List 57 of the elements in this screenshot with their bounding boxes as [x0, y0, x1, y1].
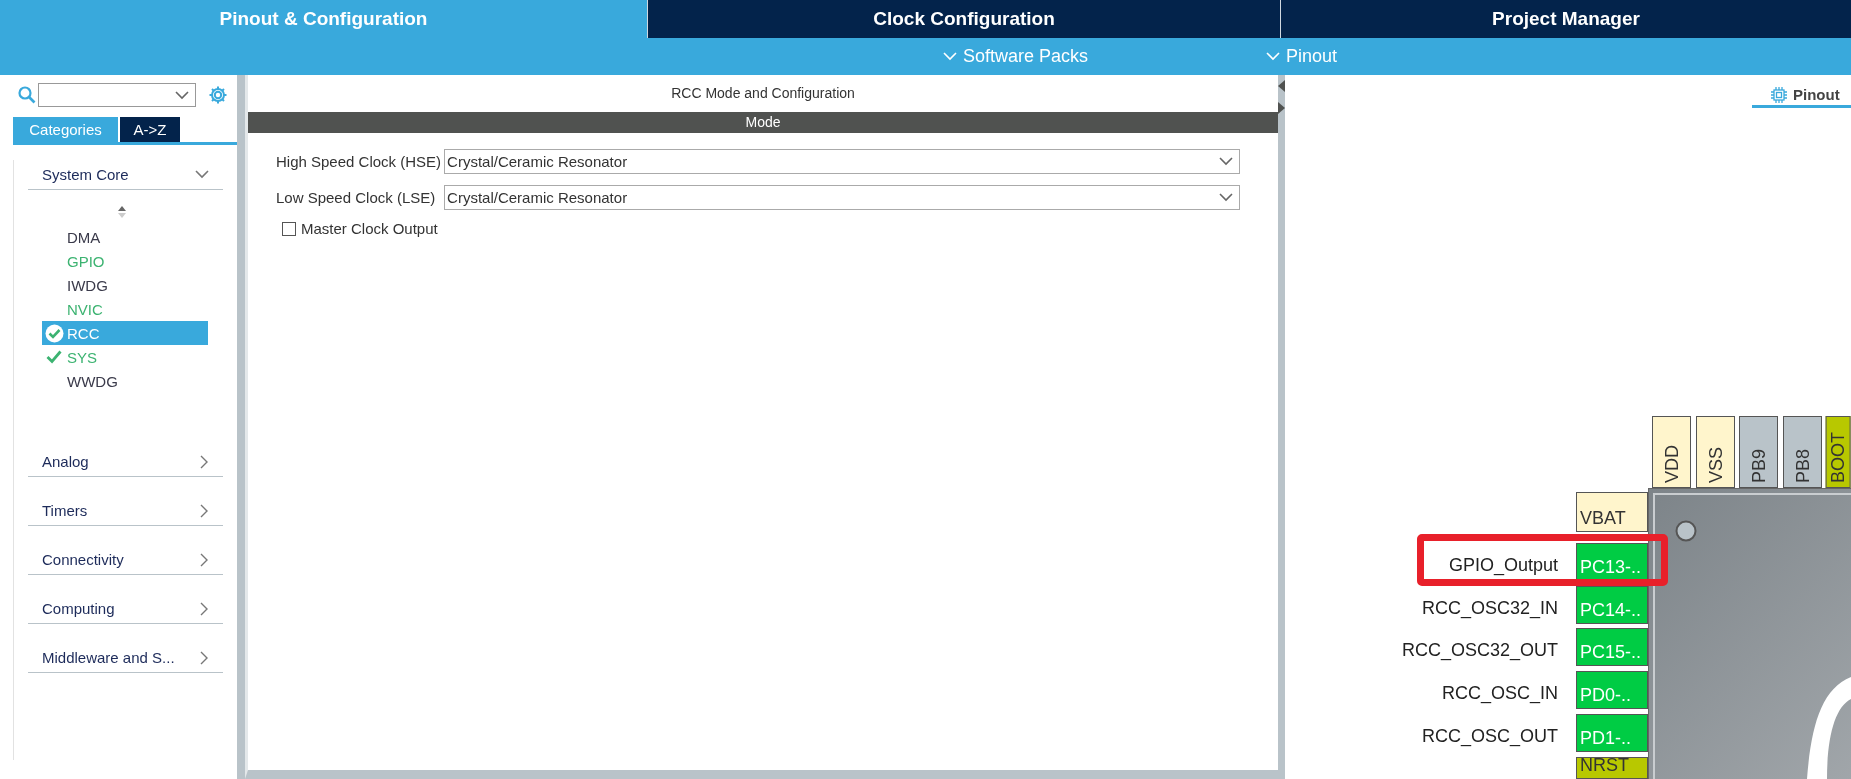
section-header: Mode: [248, 112, 1278, 133]
signal-label: GPIO_Output: [1447, 555, 1558, 576]
pin-one-dot-icon: [1675, 520, 1697, 542]
category-header[interactable]: System Core: [28, 160, 223, 190]
category-header[interactable]: Connectivity: [28, 545, 223, 575]
pin[interactable]: VDD: [1652, 416, 1691, 488]
search-field[interactable]: [38, 83, 196, 107]
dropdown-field[interactable]: Crystal/Ceramic Resonator: [444, 149, 1240, 174]
checkbox[interactable]: [282, 221, 296, 236]
item-label: WWDG: [67, 372, 118, 390]
item-label: NVIC: [67, 300, 103, 318]
category-label: Connectivity: [42, 551, 124, 568]
item-label: RCC: [67, 324, 100, 342]
panel-title: RCC Mode and Configuration: [670, 84, 856, 103]
item-label: IWDG: [67, 276, 108, 294]
pin[interactable]: VBAT: [1576, 492, 1648, 532]
category-item[interactable]: IWDG: [42, 273, 208, 297]
dropdown-field[interactable]: Crystal/Ceramic Resonator: [444, 185, 1240, 210]
chevron-down-icon: [1219, 193, 1233, 202]
main-tab[interactable]: Project Manager: [1280, 0, 1851, 38]
pin[interactable]: VSS: [1695, 416, 1735, 488]
chevron-down-icon: [1266, 52, 1280, 61]
checkbox-label: Master Clock Output: [301, 220, 438, 237]
pin[interactable]: PB9: [1739, 416, 1779, 488]
chevron-down-icon: [1219, 157, 1233, 166]
signal-label: RCC_OSC32_OUT: [1400, 640, 1558, 662]
main-tab[interactable]: Clock Configuration: [647, 0, 1280, 38]
view-tab[interactable]: Pinout: [1752, 84, 1851, 108]
category-label: Timers: [42, 502, 88, 519]
category-header[interactable]: Middleware and S...: [28, 643, 223, 673]
category-header[interactable]: Analog: [28, 447, 223, 477]
category-label: Middleware and S...: [42, 649, 175, 666]
category-label: Computing: [42, 600, 115, 617]
category-label: System Core: [42, 166, 129, 183]
item-label: SYS: [67, 348, 97, 366]
category-header[interactable]: Computing: [28, 594, 223, 624]
category-item[interactable]: WWDG: [42, 369, 208, 393]
category-item[interactable]: DMA: [42, 225, 208, 249]
signal-label: RCC_OSC_OUT: [1420, 725, 1558, 747]
pin[interactable]: BOOT: [1826, 416, 1851, 488]
category-label: Analog: [42, 453, 89, 470]
field-label: Low Speed Clock (LSE): [276, 189, 437, 206]
chip-icon: [1771, 86, 1787, 103]
chevron-down-icon: [943, 52, 957, 61]
search-icon: [18, 86, 36, 104]
item-label: DMA: [67, 228, 101, 246]
settings-icon[interactable]: [208, 85, 228, 105]
field-label: High Speed Clock (HSE): [276, 153, 442, 170]
signal-label: RCC_OSC32_IN: [1420, 597, 1558, 619]
pin[interactable]: NRST: [1576, 756, 1648, 779]
sort-icon[interactable]: [117, 205, 127, 219]
view-tab[interactable]: A->Z: [120, 117, 180, 142]
category-header[interactable]: Timers: [28, 496, 223, 526]
signal-label: RCC_OSC_IN: [1440, 683, 1558, 705]
chevron-down-icon[interactable]: [175, 90, 189, 100]
item-label: GPIO: [67, 252, 105, 270]
pin[interactable]: PB8: [1782, 416, 1822, 488]
